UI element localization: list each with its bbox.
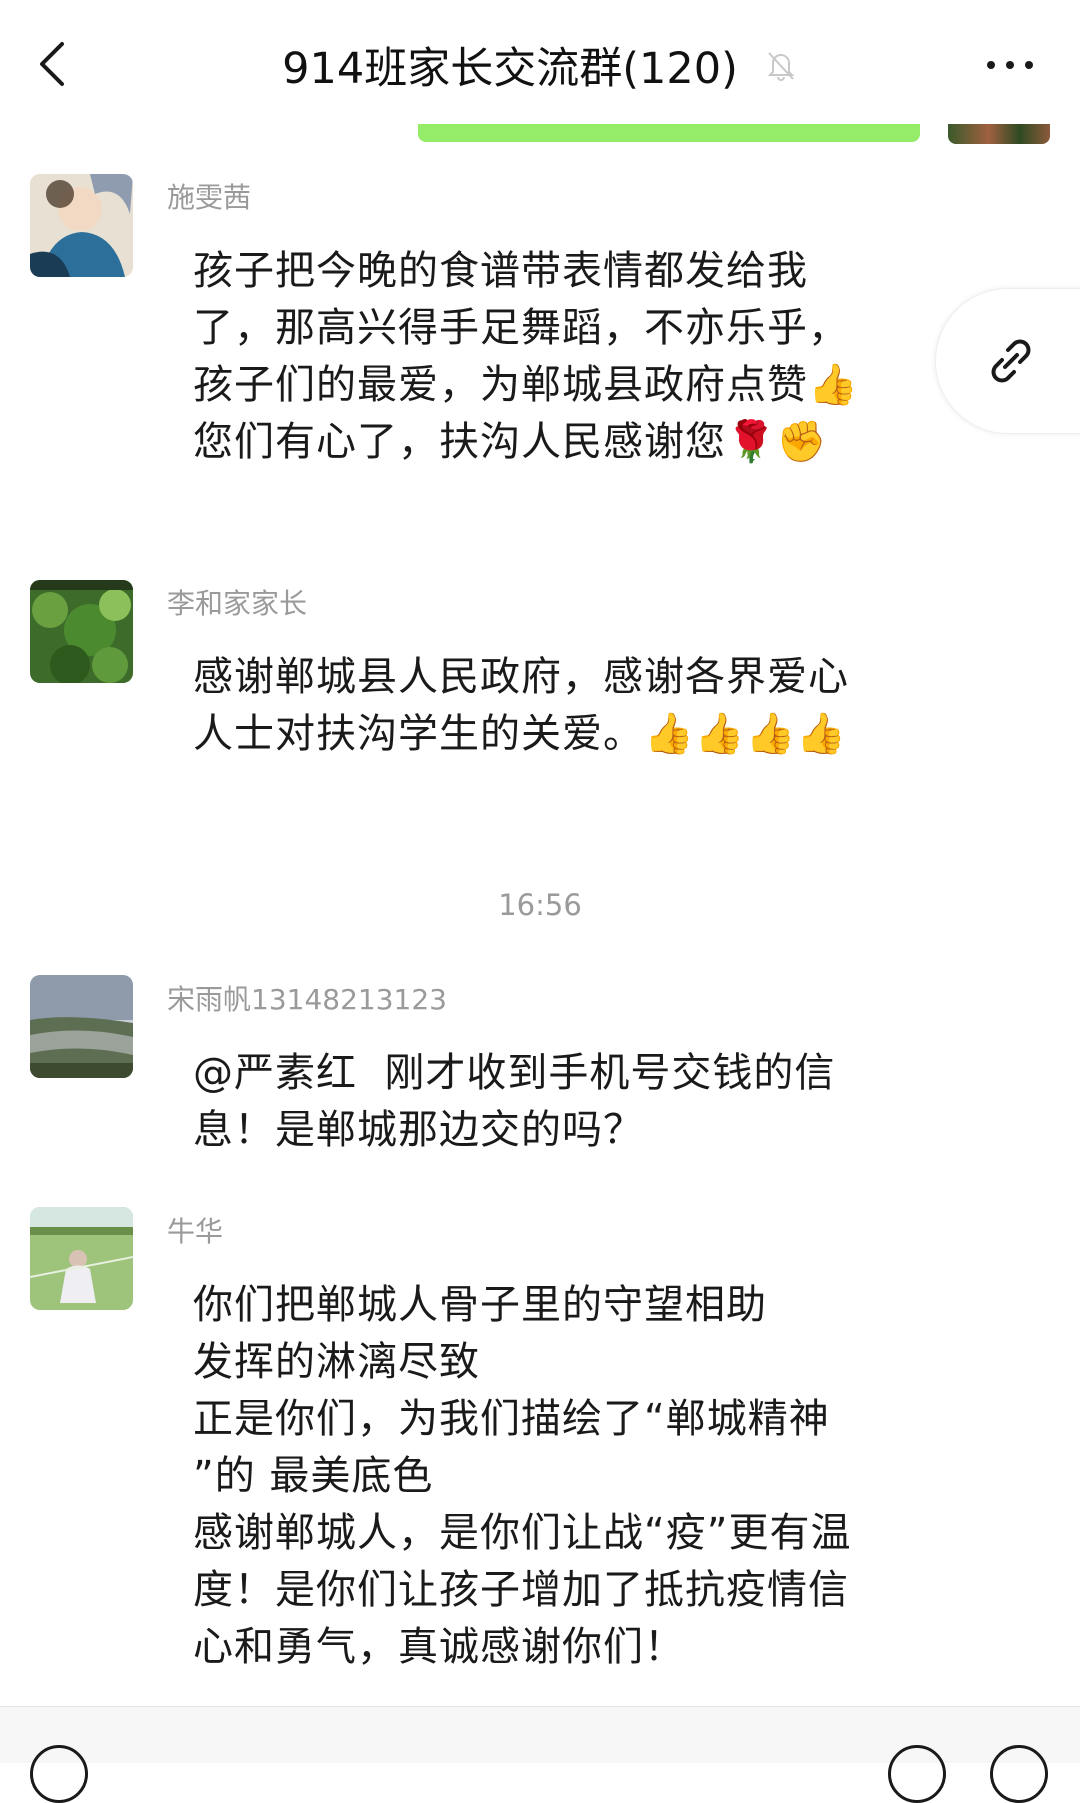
avatar[interactable] (30, 1207, 133, 1310)
bell-off-icon (767, 52, 795, 81)
avatar[interactable] (30, 580, 133, 683)
message-text[interactable]: 孩子把今晚的食谱带表情都发给我了，那高兴得手足舞蹈，不亦乐乎，孩子们的最爱，为郸… (193, 243, 883, 471)
sender-name: 施雯茜 (167, 181, 252, 214)
more-horizontal-icon (987, 61, 1033, 69)
message-text[interactable]: 你们把郸城人骨子里的守望相助 发挥的淋漓尽致 正是你们，为我们描绘了“郸城精神 … (193, 1277, 883, 1676)
sender-name: 宋雨帆13148213123 (167, 983, 447, 1016)
emoji-icon[interactable] (888, 1745, 946, 1803)
avatar[interactable] (30, 975, 133, 1078)
plus-icon[interactable] (990, 1745, 1048, 1803)
floating-link-button[interactable] (935, 288, 1080, 434)
message-text[interactable]: 感谢郸城县人民政府，感谢各界爱心人士对扶沟学生的关爱。👍👍👍👍 (193, 649, 883, 763)
more-button[interactable] (982, 48, 1038, 82)
link-icon (991, 339, 1031, 383)
message-text[interactable]: @严素红 刚才收到手机号交钱的信息！是郸城那边交的吗？ (193, 1045, 883, 1159)
self-avatar[interactable] (948, 124, 1050, 144)
sender-name: 李和家家长 (167, 587, 308, 620)
title-area: 914班家长交流群(120) (0, 30, 1080, 100)
chat-title: 914班家长交流群(120) (282, 44, 738, 94)
voice-icon[interactable] (30, 1745, 88, 1803)
sender-name: 牛华 (167, 1215, 224, 1248)
chat-header: 914班家长交流群(120) (0, 0, 1080, 125)
timestamp: 16:56 (498, 888, 582, 922)
avatar[interactable] (30, 174, 133, 277)
previous-message-bubble[interactable] (418, 124, 920, 142)
